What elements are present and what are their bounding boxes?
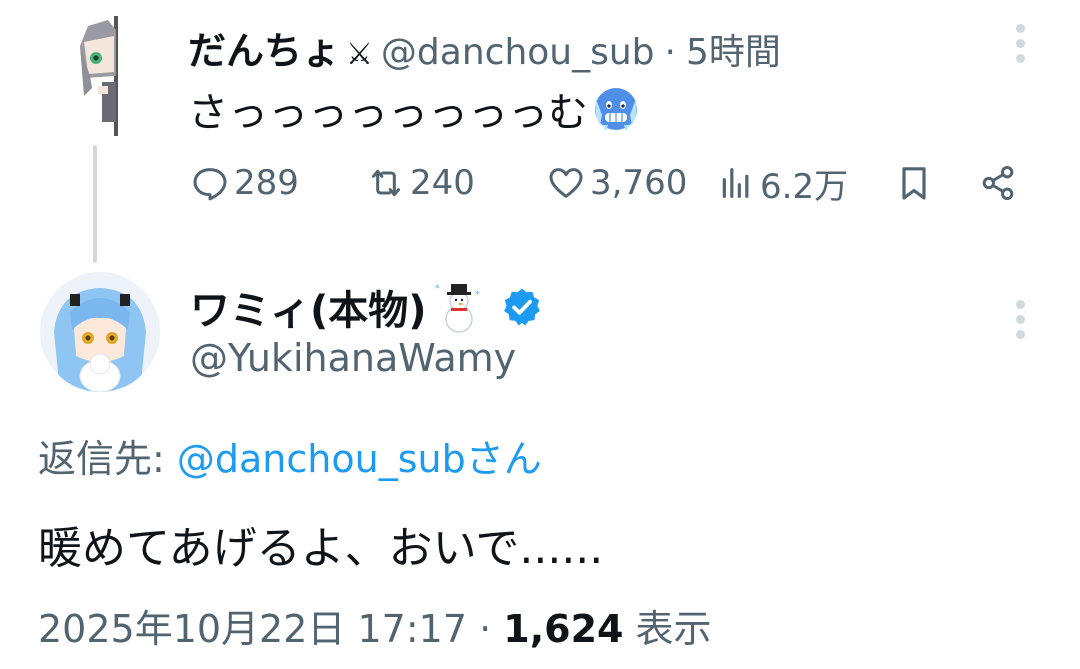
meta-separator: · [467,607,504,651]
share-button[interactable] [978,158,1022,208]
tweet1-display-name[interactable]: だんちょ [188,20,340,75]
retweet-icon [372,169,400,197]
views-button[interactable]: 6.2万 [716,158,848,208]
verified-badge-icon [503,288,540,326]
tweet1-separator: · [664,32,676,73]
tweet1-action-bar: 289 240 3,760 6.2万 [190,158,1030,208]
svg-text:*: * [475,290,480,300]
tweet1-timestamp[interactable]: 5時間 [686,23,781,75]
thread-connector-line [93,145,97,263]
tweet1-header: だんちょ ⚔ @danchou_sub · 5時間 [188,20,781,75]
avatar-image [80,16,118,136]
bookmark-button[interactable] [894,158,938,208]
tweet1-text-row: さっっっっっっっっむ [188,80,640,138]
like-count: 3,760 [590,163,688,203]
reply-to-mention-link[interactable]: @danchou_subさん [177,437,542,481]
svg-text:*: * [435,284,440,294]
tweet1-more-icon[interactable] [1014,24,1026,68]
tweet2-timestamp[interactable]: 2025年10月22日 17:17 [38,607,467,651]
tweet1-handle[interactable]: @danchou_sub [381,32,655,73]
tweet2-meta-line: 2025年10月22日 17:17 · 1,624 表示 [38,598,712,653]
snowman-icon: * * [435,284,480,333]
tweet2-handle[interactable]: @YukihanaWamy [190,336,516,380]
tweet1-text: さっっっっっっっっむ [188,90,588,136]
reply-to-label: 返信先: [38,437,177,481]
reply-button[interactable]: 289 [190,158,299,208]
reply-icon [193,168,227,201]
tweet2-more-icon[interactable] [1014,300,1026,344]
tweet2-name-row: ワミィ(本物) * * [190,278,543,336]
heart-icon [549,168,583,198]
retweet-button[interactable]: 240 [366,158,475,208]
view-count: 6.2万 [760,166,849,207]
analytics-icon [722,168,749,198]
tweet2-text: 暖めてあげるよ、おいで...... [38,523,604,574]
tweet2-view-label: 表示 [623,607,712,651]
crossed-swords-icon: ⚔ [346,37,373,72]
like-button[interactable]: 3,760 [546,158,687,208]
reply-count: 289 [234,163,299,203]
avatar-danchou[interactable] [58,16,150,136]
tweet2-display-name[interactable]: ワミィ(本物) [190,278,427,336]
cold-face-icon [595,88,637,131]
bookmark-icon [902,167,926,200]
reply-to-line: 返信先: @danchou_subさん [38,428,542,483]
avatar-image [40,272,160,392]
share-icon [982,166,1014,200]
avatar-wamy[interactable] [40,272,160,392]
retweet-count: 240 [410,163,475,203]
tweet2-view-count: 1,624 [503,607,624,651]
